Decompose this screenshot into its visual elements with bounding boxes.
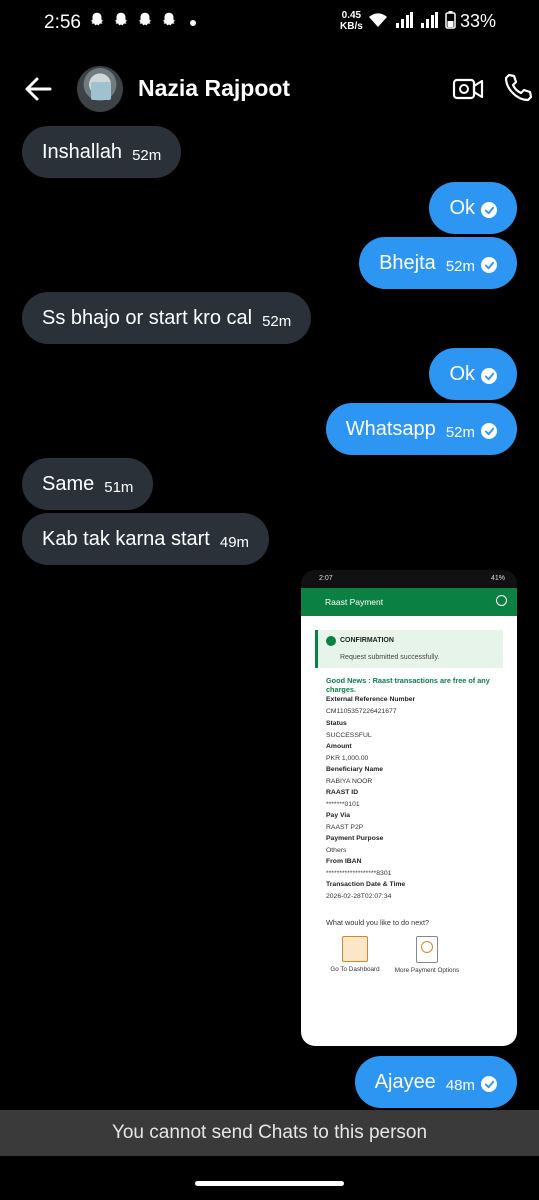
battery-percent: 33% [460, 11, 497, 31]
snapchat-icon [90, 12, 104, 26]
snapchat-icon [162, 12, 176, 26]
read-check-icon [481, 423, 497, 439]
payment-screenshot: Raast Payment CONFIRMATION Request submi… [301, 588, 517, 1046]
status-bar: 2:56 0.45 KB/s 33% [0, 0, 539, 44]
cannot-send-banner: You cannot send Chats to this person [0, 1110, 539, 1156]
status-time: 2:56 [44, 12, 81, 33]
message-bubble-incoming[interactable]: Ss bhajo or start kro cal 52m [22, 292, 312, 344]
read-check-icon [481, 368, 497, 384]
snapchat-icon [114, 12, 128, 26]
avatar[interactable] [77, 66, 123, 112]
chat-header: Nazia Rajpoot [0, 60, 539, 118]
document-icon [416, 936, 438, 963]
network-speed: 0.45 KB/s [340, 10, 363, 32]
notification-icons [88, 10, 178, 30]
shared-image-message[interactable]: 2:07 41% Raast Payment CONFIRMATION Requ… [301, 570, 517, 1046]
message-bubble-outgoing[interactable]: Ajayee 48m [354, 1056, 517, 1108]
signal-icon-2 [421, 12, 438, 28]
home-indicator[interactable] [195, 1181, 344, 1186]
snapchat-icon [138, 12, 152, 26]
confirmation-box: CONFIRMATION Request submitted successfu… [315, 630, 503, 668]
power-icon [496, 595, 507, 606]
signal-icon [396, 12, 413, 28]
read-check-icon [481, 202, 497, 218]
message-bubble-outgoing[interactable]: Whatsapp 52m [325, 403, 517, 455]
more-payment-options: More Payment Options [389, 936, 465, 974]
message-bubble-outgoing[interactable]: Bhejta 52m [359, 237, 517, 289]
check-circle-icon [326, 636, 336, 646]
dashboard-icon [342, 936, 368, 962]
more-notifications-dot [190, 20, 196, 26]
wifi-icon [369, 13, 387, 27]
message-bubble-incoming[interactable]: Same 51m [22, 458, 154, 510]
read-check-icon [481, 1076, 497, 1092]
video-call-icon[interactable] [452, 74, 484, 104]
message-bubble-incoming[interactable]: Kab tak karna start 49m [22, 513, 270, 565]
read-check-icon [481, 257, 497, 273]
contact-name[interactable]: Nazia Rajpoot [138, 75, 290, 102]
battery-icon [445, 11, 456, 29]
message-bubble-outgoing[interactable]: Ok [429, 348, 517, 400]
back-arrow-icon[interactable] [22, 74, 54, 104]
message-bubble-outgoing[interactable]: Ok [429, 182, 517, 234]
message-bubble-incoming[interactable]: Inshallah 52m [22, 126, 182, 178]
phone-call-icon[interactable] [502, 72, 534, 104]
go-to-dashboard-option: Go To Dashboard [323, 936, 387, 973]
